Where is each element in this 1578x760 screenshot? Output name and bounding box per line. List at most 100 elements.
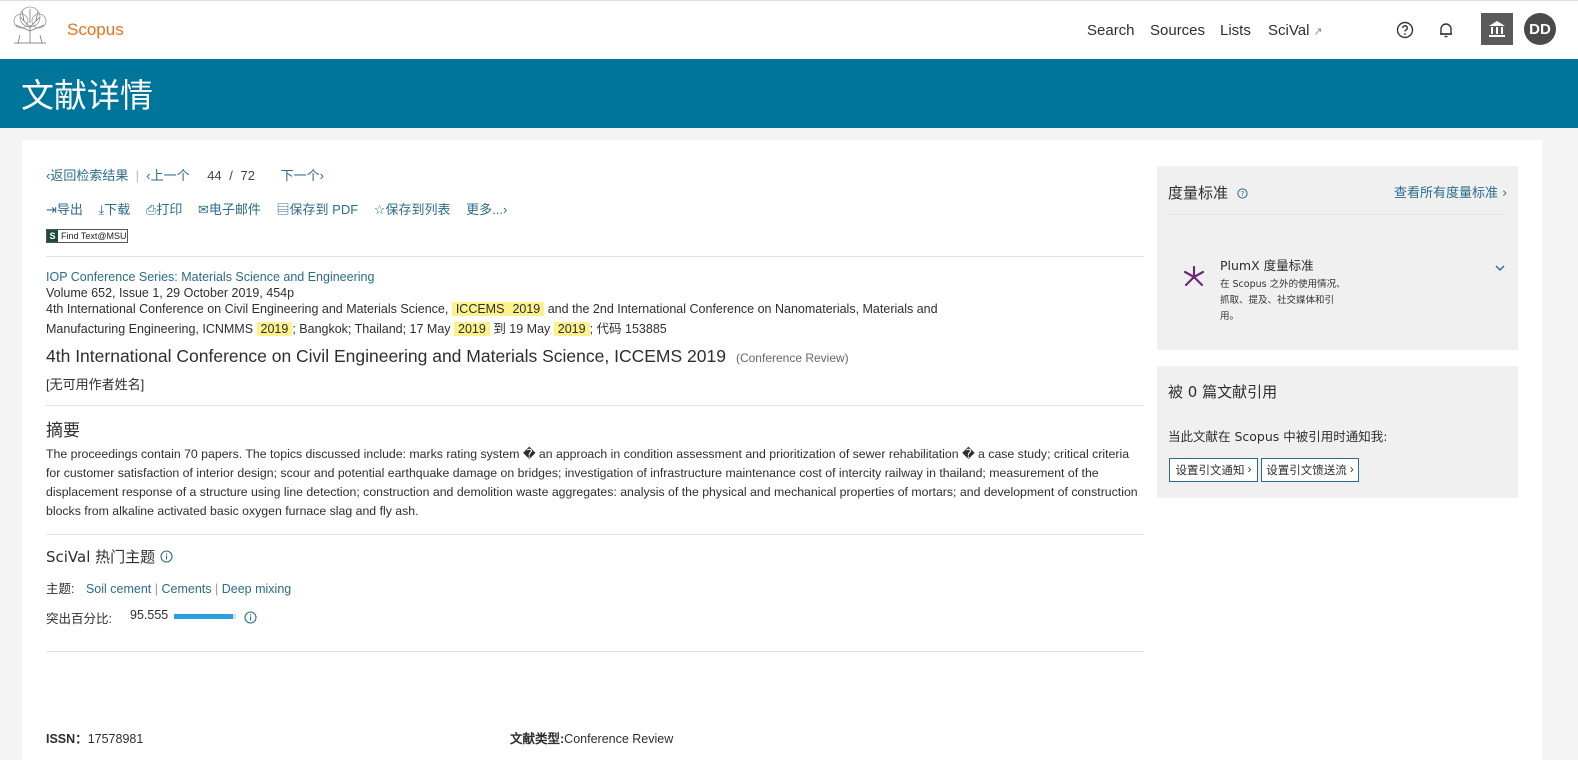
- nav-scival-label: SciVal: [1268, 22, 1310, 39]
- abstract-text: The proceedings contain 70 papers. The t…: [46, 447, 1138, 518]
- topic-separator: |: [154, 582, 159, 596]
- top-bar: Scopus Search Sources Lists SciVal ↗ DD: [0, 0, 1578, 59]
- external-link-icon: ↗: [1313, 26, 1323, 38]
- topic-link[interactable]: Soil cement: [86, 582, 151, 596]
- highlight: 2019: [256, 322, 293, 336]
- help-icon[interactable]: ?: [1237, 185, 1248, 203]
- nav-lists[interactable]: Lists: [1220, 22, 1251, 39]
- view-all-metrics-link[interactable]: 查看所有度量标准 ›: [1394, 182, 1507, 201]
- print-button[interactable]: ⎙打印: [146, 202, 182, 217]
- next-label: 下一个: [280, 168, 320, 183]
- divider: [46, 534, 1144, 535]
- page-title: 文献详情: [21, 76, 153, 115]
- elsevier-logo-icon[interactable]: [8, 5, 52, 45]
- highlight: 2019: [553, 322, 590, 336]
- topic-link[interactable]: Deep mixing: [222, 582, 291, 596]
- action-toolbar: ⇥导出 ⤓下载 ⎙打印 ✉电子邮件 ▤保存到 PDF ☆保存到列表 更多...›: [46, 199, 507, 218]
- avatar[interactable]: DD: [1524, 13, 1556, 45]
- more-label: 更多...: [466, 202, 503, 217]
- issn-label: ISSN：: [46, 732, 88, 746]
- set-citation-feed-button[interactable]: 设置引文馈送流 ›: [1261, 458, 1359, 482]
- chevron-right-icon: ›: [1346, 464, 1354, 476]
- highlight: ICCEMS: [451, 302, 509, 316]
- back-to-results-link[interactable]: ‹返回检索结果: [46, 168, 128, 183]
- citation-feed-label: 设置引文馈送流: [1266, 465, 1347, 477]
- more-button[interactable]: 更多...›: [466, 202, 507, 217]
- view-all-label: 查看所有度量标准: [1394, 186, 1499, 201]
- nav-scival[interactable]: SciVal ↗: [1268, 22, 1323, 39]
- prominence-bar-fill: [174, 614, 234, 619]
- bell-icon[interactable]: [1431, 15, 1461, 45]
- metrics-heading: 度量标准 ?: [1168, 182, 1248, 203]
- scopus-brand[interactable]: Scopus: [67, 20, 124, 40]
- document-type-field: 文献类型:Conference Review: [510, 728, 673, 747]
- export-button[interactable]: ⇥导出: [46, 202, 83, 217]
- save-to-list-button[interactable]: ☆保存到列表: [374, 202, 451, 217]
- scival-heading-text: SciVal 热门主题: [46, 548, 156, 566]
- metrics-panel: 度量标准 ? 查看所有度量标准 › PlumX 度量标准 在 Scopus 之外…: [1157, 166, 1518, 350]
- save-pdf-label: 保存到 PDF: [289, 202, 359, 217]
- citation-alert-label: 设置引文通知: [1175, 465, 1245, 477]
- current-position: 44: [207, 168, 222, 183]
- plumx-desc-line: 在 Scopus 之外的使用情况、: [1220, 279, 1346, 290]
- find-text-logo: S: [47, 230, 58, 242]
- topic-label: 主题:: [46, 582, 75, 596]
- previous-link[interactable]: ‹上一个: [146, 168, 189, 183]
- chevron-down-icon[interactable]: [1494, 258, 1506, 277]
- pdf-icon: ▤: [276, 202, 290, 217]
- previous-label: 上一个: [150, 168, 190, 183]
- divider: |: [131, 168, 143, 183]
- chevron-right-icon: ›: [502, 202, 508, 217]
- download-label: 下载: [104, 202, 131, 217]
- doctype-label: 文献类型:: [510, 732, 565, 746]
- institution-icon[interactable]: [1481, 13, 1513, 45]
- save-list-label: 保存到列表: [385, 202, 451, 217]
- document-type: (Conference Review): [735, 351, 849, 365]
- conference-name-cont: Manufacturing Engineering, ICNMMS: [46, 322, 254, 336]
- nav-sources[interactable]: Sources: [1150, 22, 1205, 39]
- result-navigation: ‹返回检索结果 | ‹上一个 44 / 72 下一个›: [46, 165, 324, 184]
- nav-search[interactable]: Search: [1087, 22, 1135, 39]
- help-icon[interactable]: [1390, 15, 1420, 45]
- plumx-desc-line: 用。: [1220, 311, 1240, 322]
- highlight: 2019: [454, 322, 490, 336]
- set-citation-alert-button[interactable]: 设置引文通知 ›: [1169, 458, 1258, 482]
- divider: [46, 651, 1144, 652]
- info-icon[interactable]: [244, 609, 257, 628]
- plumx-description: 在 Scopus 之外的使用情况、 抓取、提及、社交媒体和引 用。: [1220, 277, 1346, 325]
- document-title: 4th International Conference on Civil En…: [46, 346, 849, 367]
- email-button[interactable]: ✉电子邮件: [198, 202, 261, 217]
- next-link[interactable]: 下一个›: [281, 168, 324, 183]
- issn-value: 17578981: [87, 732, 144, 746]
- total-results: 72: [240, 168, 256, 183]
- printer-icon: ⎙: [145, 202, 157, 217]
- save-pdf-button[interactable]: ▤保存到 PDF: [277, 202, 359, 217]
- print-label: 打印: [156, 202, 183, 217]
- volume-info: Volume 652, Issue 1, 29 October 2019, 45…: [46, 286, 295, 300]
- abstract-heading: 摘要: [46, 421, 80, 441]
- plumx-title[interactable]: PlumX 度量标准: [1220, 255, 1314, 274]
- page-header: 文献详情: [0, 59, 1578, 128]
- export-icon: ⇥: [46, 202, 57, 217]
- svg-text:?: ?: [1240, 190, 1244, 198]
- scival-topic-heading: SciVal 热门主题: [46, 546, 173, 567]
- info-icon[interactable]: [160, 549, 173, 567]
- doctype-value: Conference Review: [564, 732, 674, 746]
- divider: [46, 256, 1144, 257]
- find-text-button[interactable]: S Find Text@MSU: [46, 229, 128, 243]
- email-label: 电子邮件: [208, 202, 261, 217]
- document-title-text: 4th International Conference on Civil En…: [46, 346, 726, 366]
- authors: [无可用作者姓名]: [46, 377, 145, 392]
- highlight: 2019: [508, 302, 545, 316]
- divider: [46, 405, 1144, 406]
- conference-code: ; 代码 153885: [589, 322, 667, 336]
- conference-name: 4th International Conference on Civil En…: [46, 302, 449, 316]
- chevron-right-icon: ›: [1498, 186, 1508, 201]
- position-slash: /: [229, 168, 233, 183]
- chevron-right-icon: ›: [1244, 464, 1252, 476]
- topic-link[interactable]: Cements: [162, 582, 212, 596]
- source-title-link[interactable]: IOP Conference Series: Materials Science…: [46, 270, 374, 284]
- metrics-heading-text: 度量标准: [1168, 184, 1229, 202]
- download-button[interactable]: ⤓下载: [99, 202, 131, 217]
- cited-by-heading: 被 0 篇文献引用: [1168, 383, 1278, 401]
